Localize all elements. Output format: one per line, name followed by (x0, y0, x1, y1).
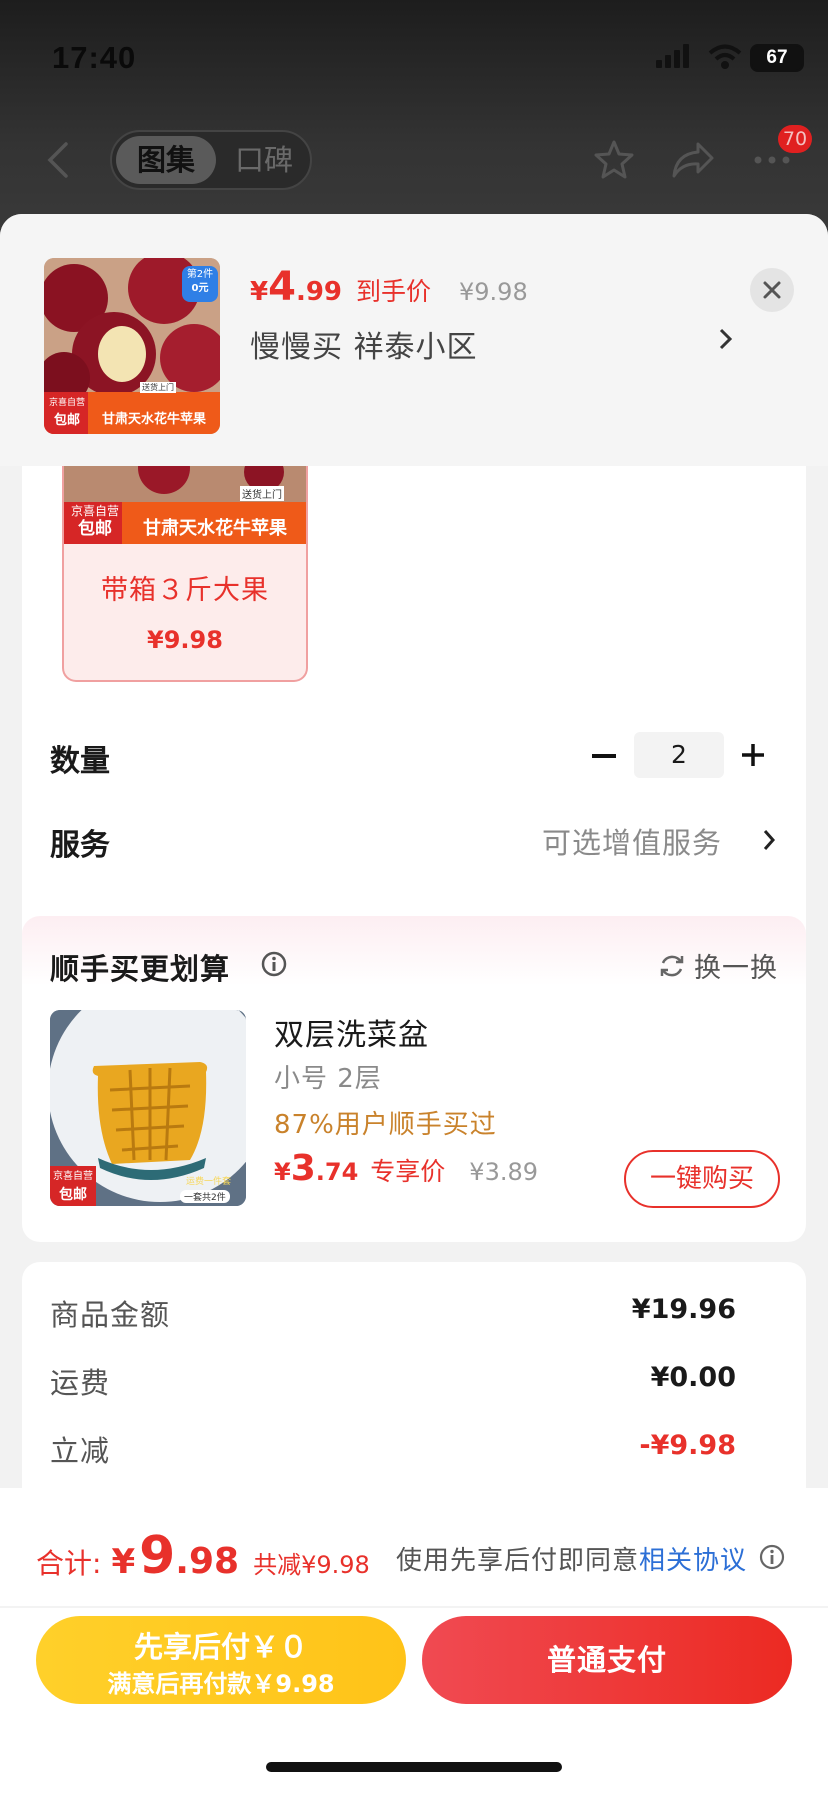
standard-pay-button[interactable]: 普通支付 (422, 1616, 792, 1704)
service-selector[interactable]: 可选增值服务 (542, 820, 722, 862)
share-icon[interactable] (670, 138, 716, 182)
quantity-label: 数量 (50, 744, 110, 779)
spec-option-selected[interactable]: 京喜自营 包邮 甘肃天水花牛苹果 送货上门 带箱３斤大果 ¥9.98 (62, 464, 308, 682)
addon-product-spec: 小号 2层 (274, 1064, 382, 1094)
spec-option-name: 带箱３斤大果 (101, 575, 269, 606)
subtotal-label: 商品金额 (50, 1298, 171, 1332)
one-click-buy-button[interactable]: 一键购买 (624, 1150, 780, 1208)
quantity-increase-button[interactable] (740, 742, 766, 768)
refresh-button[interactable]: 换一换 (658, 946, 778, 985)
total-amount: 合计: ¥ 9 .98 共减¥9.98 (36, 1526, 370, 1586)
service-label: 服务 (50, 828, 110, 863)
final-price: ¥ 4 .99 到手价 ¥9.98 (250, 264, 528, 310)
cost-summary-card: 商品金额 ¥19.96 运费 ¥0.00 立减 -¥9.98 (22, 1262, 806, 1522)
spec-option-price: ¥9.98 (147, 626, 223, 654)
discount-value: -¥9.98 (639, 1430, 736, 1461)
chevron-right-icon[interactable] (762, 828, 776, 852)
message-count-badge: 70 (778, 125, 812, 153)
more-dots-icon[interactable] (752, 154, 792, 166)
addon-product-name[interactable]: 双层洗菜盆 (274, 1010, 429, 1054)
discount-label: 立减 (50, 1434, 111, 1468)
shipping-label: 运费 (50, 1366, 111, 1400)
thumb-title: 甘肃天水花牛苹果 (101, 412, 206, 427)
wifi-icon (708, 44, 742, 69)
addon-title: 顺手买更划算 (50, 952, 231, 986)
addon-recommendation-card: 顺手买更划算 换一换 京喜自营 包邮 运费一件套 一套共2件 双层洗菜盆 小号 2… (22, 916, 806, 1242)
quantity-decrease-button[interactable] (592, 754, 616, 758)
total-reduction: 共减¥9.98 (253, 1551, 370, 1579)
footer-divider (0, 1606, 828, 1608)
spec-option-image: 京喜自营 包邮 甘肃天水花牛苹果 送货上门 (64, 464, 306, 544)
status-bar: 17:40 67 (0, 0, 828, 120)
cellular-signal-icon (656, 44, 689, 68)
status-time: 17:40 (52, 40, 137, 75)
addon-original-price: ¥3.89 (469, 1158, 539, 1186)
close-button[interactable] (750, 268, 794, 312)
refresh-icon (660, 955, 684, 976)
tab-gallery[interactable]: 图集 (116, 136, 216, 184)
addon-price-label: 专享价 (370, 1157, 446, 1186)
battery-indicator: 67 (750, 44, 804, 72)
subtotal-value: ¥19.96 (631, 1294, 736, 1325)
home-indicator[interactable] (266, 1762, 562, 1772)
agreement-text: 使用先享后付即同意相关协议 (396, 1546, 748, 1576)
sheet-summary-header: 第2件 0元 京喜自营 包邮 甘肃天水花牛苹果 送货上门 ¥ 4 .99 到手价 ¥… (0, 214, 828, 466)
product-thumbnail: 第2件 0元 京喜自营 包邮 甘肃天水花牛苹果 送货上门 (44, 258, 220, 434)
addon-social-proof: 87%用户顺手买过 (274, 1110, 497, 1140)
thumb-promo-badge: 第2件 0元 (186, 269, 214, 294)
product-nav-bar: 图集 口碑 70 (0, 120, 828, 220)
back-arrow-icon[interactable] (40, 140, 80, 180)
thumb-deliver-tag: 送货上门 (140, 382, 176, 393)
addon-product-image[interactable]: 京喜自营 包邮 运费一件套 一套共2件 (50, 1010, 246, 1206)
quantity-input[interactable]: 2 (634, 732, 724, 778)
gallery-review-switch: 图集 口碑 (110, 130, 312, 190)
info-icon[interactable] (260, 950, 288, 978)
final-price-label: 到手价 (356, 277, 432, 306)
pay-later-button[interactable]: 先享后付￥０ 满意后再付款￥9.98 (36, 1616, 406, 1704)
original-price: ¥9.98 (459, 278, 528, 306)
favorite-star-icon[interactable] (592, 138, 636, 182)
chevron-right-icon[interactable] (718, 326, 734, 352)
close-icon (763, 281, 781, 299)
agreement-link[interactable]: 相关协议 (639, 1546, 747, 1576)
shipping-value: ¥0.00 (650, 1362, 736, 1393)
tab-reviews[interactable]: 口碑 (222, 136, 306, 184)
info-icon[interactable] (758, 1543, 786, 1571)
total-label: 合计: (36, 1547, 102, 1580)
thumb-brand-tag: 京喜自营 包邮 (48, 398, 85, 428)
addon-price: ¥ 3 .74 专享价 ¥3.89 (274, 1148, 539, 1189)
delivery-address[interactable]: 慢慢买 祥泰小区 (250, 322, 478, 366)
